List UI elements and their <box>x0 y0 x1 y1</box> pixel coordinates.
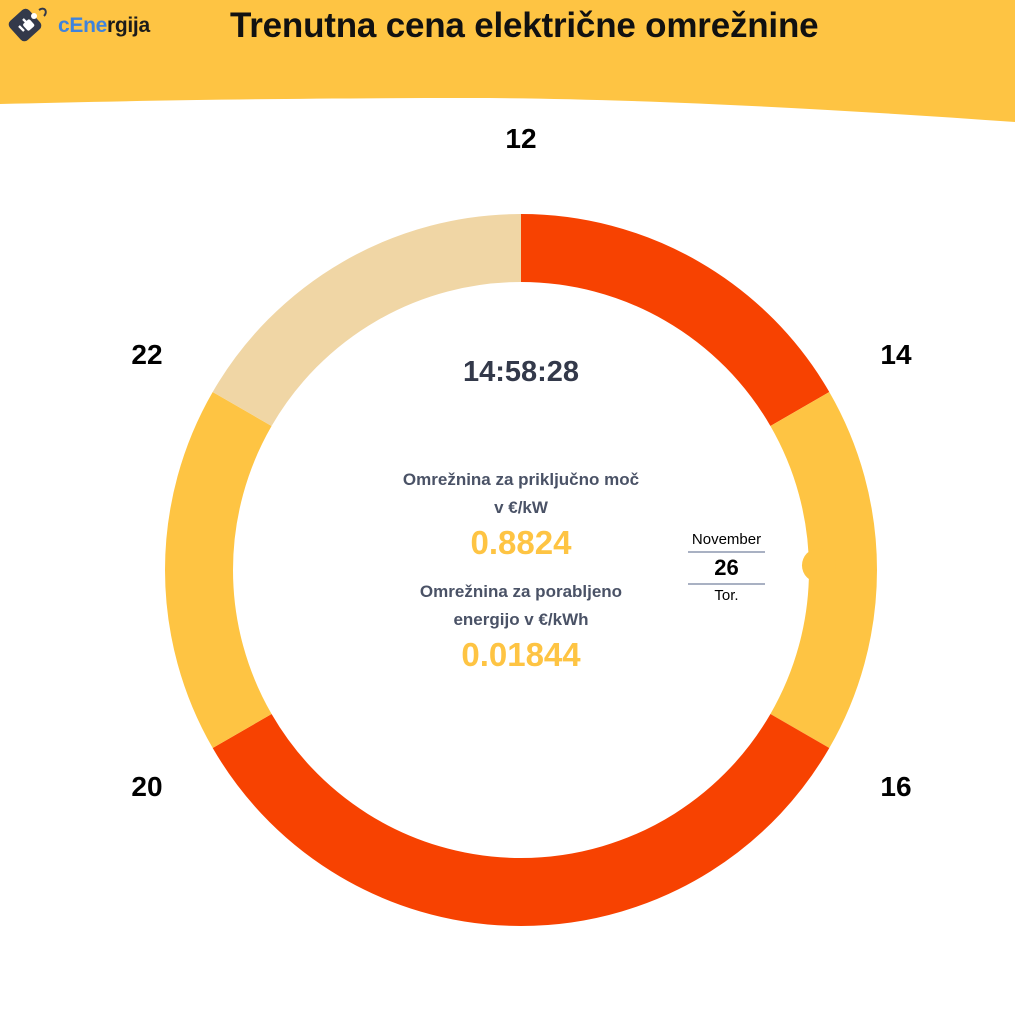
power-fee-label-line2: v €/kW <box>494 498 548 517</box>
power-fee-label-line1: Omrežnina za priključno moč <box>402 470 640 489</box>
tariff-segment-16-20 <box>212 713 830 926</box>
hour-label-16: 16 <box>880 771 912 802</box>
power-fee-value: 0.8824 <box>470 524 572 561</box>
hour-label-20: 20 <box>131 771 163 802</box>
date-month: November <box>688 530 765 553</box>
date-day: 26 <box>688 553 765 585</box>
energy-fee-label-line2: energijo v €/kWh <box>453 610 589 629</box>
hour-label-22: 22 <box>131 339 163 370</box>
hour-label-14: 14 <box>880 339 912 370</box>
tariff-segment-20-22 <box>165 392 272 748</box>
hour-label-12: 12 <box>505 123 537 154</box>
energy-fee-value: 0.01844 <box>461 636 581 673</box>
energy-fee-label-line1: Omrežnina za porabljeno <box>419 582 623 601</box>
date-weekday: Tor. <box>714 587 739 604</box>
date-display: November 26 Tor. <box>688 530 765 607</box>
current-time: 14:58:28 <box>462 356 580 388</box>
current-time-marker <box>801 548 836 583</box>
